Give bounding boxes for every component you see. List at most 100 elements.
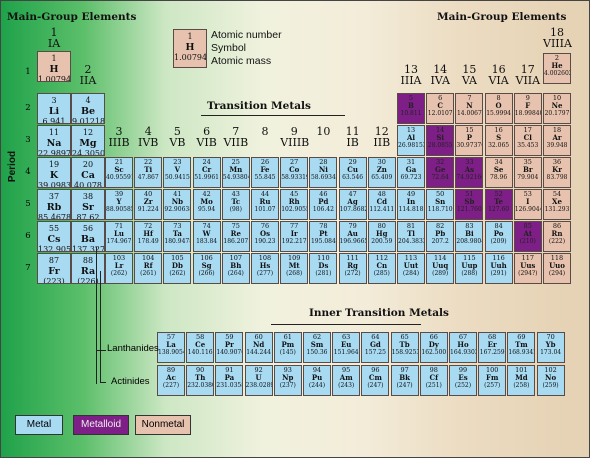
element-mass: (272) [344,270,361,277]
element-mass: 87.62 [76,213,100,220]
element-rh: 45Rh102.90550 [280,189,309,220]
element-sc: 21Sc40.955912 [105,157,133,188]
group-roman: IIIA [400,74,422,87]
element-symbol: Cs [47,234,61,245]
element-mass: 92.90638 [164,206,192,213]
element-symbol: K [49,170,59,181]
element-ga: 31 Ga 69.723 [397,157,425,188]
element-symbol: Uus [520,261,536,270]
element-symbol: Ir [290,229,298,238]
element-mass: 79.904 [517,174,539,181]
element-mass: (252) [454,382,472,389]
element-symbol: Ti [144,165,153,174]
element-mass: 40.955912 [106,174,132,181]
element-mass: 158.92535 [391,349,418,356]
main-group-title-right: Main-Group Elements [437,11,567,23]
element-symbol: Yb [545,340,556,349]
group-header-17: 17 VIIA [514,64,542,86]
element-mass: 178.49 [137,238,159,245]
element-no: 102 No (259) [536,365,565,396]
element-re: 75 Re 186.207 [221,221,250,252]
element-np: 93 Np (237) [273,365,302,396]
element-mass: 238.02891 [245,382,272,389]
element-mass: 232.03806 [187,382,213,389]
element-rn: 86 Rn (222) [543,221,571,252]
element-mass: (281) [315,270,332,277]
element-mass: (268) [286,270,303,277]
element-symbol: N [466,101,473,110]
group-roman: VIA [488,74,509,87]
element-mass: 50.9415 [164,174,190,181]
element-mass: (227) [162,382,180,389]
element-cs: 55Cs132.9054519 [37,221,71,252]
group-header-1: 1 IA [37,27,71,49]
element-as: 33 As 74.92160 [455,157,484,188]
group-header-9: 9 VIIIB [280,126,309,148]
element-la: 57La138.90547 [157,332,185,363]
element-mass: (209) [490,238,507,245]
period-axis-label: Period [7,150,19,183]
group-header-4: 4 IVB [134,126,162,148]
key-cell: 1 H 1.00794 [173,29,207,68]
element-fr: 87 Fr (223) [37,253,71,284]
element-mass: 207.2 [431,238,449,245]
element-ac: 89 Ac (227) [157,365,185,396]
element-mass: 114.818 [398,206,424,213]
actinide-connector-h [100,382,106,383]
element-mass: 167.259 [479,349,505,356]
group-header-7: 7 VIIB [222,126,250,148]
element-yb: 70 Yb 173.04 [536,332,565,363]
element-mo: 42 Mo 95.94 [192,189,221,220]
element-number: 12 [82,128,94,137]
group-header-5: 5 VB [163,126,191,148]
element-mass: 190.23 [254,238,276,245]
element-symbol: Cn [376,261,388,270]
element-rb: 37 Rb 85.4678 [37,189,71,220]
element-sr: 38 Sr 87.62 [71,189,105,220]
element-mass: 186.207 [223,238,249,245]
element-mass: 18.9984032 [514,110,541,117]
element-symbol: S [496,133,502,142]
element-mass: (261) [140,270,157,277]
element-symbol: He [551,61,563,70]
element-mt: 109 Mt (268) [280,253,309,284]
element-symbol: As [464,165,475,174]
group-roman: IIIB [108,136,130,149]
element-symbol: C [437,101,443,110]
element-mass: 121.760 [456,206,482,213]
element-symbol: Lu [113,229,124,238]
element-mg: 12 Mg 24.3050 [71,125,105,156]
element-symbol: I [526,197,530,206]
group-header-6: 6 VIB [193,126,221,148]
element-mass: (251) [425,382,442,389]
group-header-10: 10 [309,126,337,137]
element-symbol: Ca [81,170,95,181]
element-mass: (257) [484,382,501,389]
element-symbol: Os [259,229,271,238]
group-header-11: 11 IB [339,126,367,148]
element-mass: 174.967 [106,238,132,245]
element-mass: 47.867 [137,174,159,181]
element-h: 1 H 1.00794 [37,51,71,82]
element-mass: (210) [519,238,536,245]
element-number: 87 [48,256,60,265]
element-symbol: Pa [224,373,235,382]
element-symbol: P [466,133,473,142]
element-symbol: No [545,373,557,382]
element-ta: 73Ta180.94788 [163,221,192,252]
group-roman: VA [461,74,477,87]
element-mass: (291) [490,270,507,277]
element-symbol: At [523,229,533,238]
element-symbol: Pm [281,340,295,349]
element-mass: 39.0983 [38,181,71,188]
element-symbol: B [408,101,414,110]
group-header-18: 18 VIIIA [543,27,572,49]
element-mass: 157.25 [364,349,386,356]
element-mass: (294) [548,270,566,277]
element-pb: 82 Pb 207.2 [426,221,455,252]
element-symbol: Al [406,133,416,142]
element-mass: (289) [432,270,449,277]
group-roman: IIB [373,136,391,149]
key-symbol: H [185,42,195,53]
element-symbol: U [255,373,262,382]
